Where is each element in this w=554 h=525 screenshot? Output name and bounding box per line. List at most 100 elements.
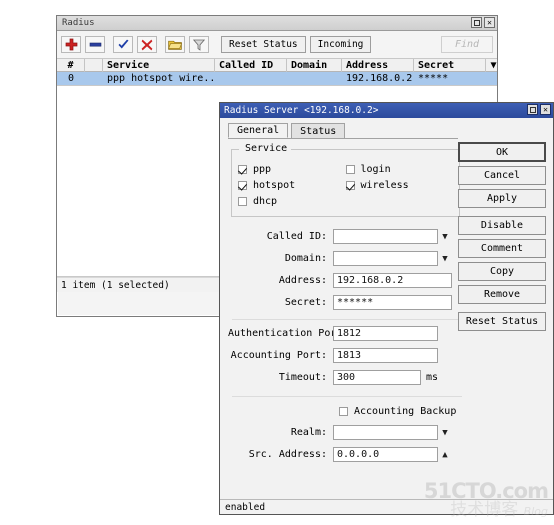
field-authentication-port: Authentication Port: 1812 [228, 324, 466, 343]
dialog-form: Service ppp hotspot dhcp login wireless … [220, 140, 466, 464]
dialog-body: General Status Service ppp hotspot dhcp … [220, 118, 553, 514]
dialog-title: Radius Server <192.168.0.2> [224, 105, 379, 116]
field-accounting-port: Accounting Port: 1813 [228, 346, 466, 365]
cancel-button[interactable]: Cancel [458, 166, 546, 185]
col-header-flag[interactable] [85, 58, 103, 72]
field-domain: Domain: ▼ [228, 249, 466, 268]
radius-window-title-buttons: ✕ [471, 17, 495, 28]
checkbox-wireless-label: wireless [360, 179, 409, 191]
field-address: Address: 192.168.0.2 [228, 271, 466, 290]
unit-timeout: ms [426, 372, 439, 383]
service-checkbox-grid: ppp hotspot dhcp login wireless [238, 161, 453, 209]
reset-status-button[interactable]: Reset Status [458, 312, 546, 331]
chevron-down-icon[interactable]: ▼ [438, 254, 452, 264]
maximize-icon[interactable] [527, 104, 538, 115]
col-header-address[interactable]: Address [342, 58, 414, 72]
input-address[interactable]: 192.168.0.2 [333, 273, 452, 288]
close-icon[interactable]: ✕ [484, 17, 495, 28]
col-header-menu-icon[interactable]: ▼ [486, 59, 497, 72]
input-authentication-port[interactable]: 1812 [333, 326, 438, 341]
find-input[interactable]: Find [441, 36, 493, 53]
checkbox-ppp[interactable]: ppp [238, 161, 346, 177]
input-domain[interactable] [333, 251, 438, 266]
label-domain: Domain: [284, 253, 327, 264]
enable-icon[interactable] [113, 36, 133, 53]
cell-domain [287, 72, 342, 85]
checkbox-login-box[interactable] [345, 164, 355, 174]
dialog-titlebar[interactable]: Radius Server <192.168.0.2> ✕ [220, 103, 553, 118]
checkbox-login[interactable]: login [345, 161, 454, 177]
input-secret[interactable]: ****** [333, 295, 452, 310]
checkbox-accounting-backup-label: Accounting Backup [354, 405, 457, 417]
field-realm: Realm: ▼ [228, 423, 466, 442]
cell-flag [85, 72, 103, 85]
disable-button[interactable]: Disable [458, 216, 546, 235]
incoming-button[interactable]: Incoming [309, 36, 372, 53]
input-timeout[interactable]: 300 [333, 370, 421, 385]
radius-window-titlebar[interactable]: Radius ✕ [57, 16, 497, 31]
input-called-id[interactable] [333, 229, 438, 244]
col-header-service[interactable]: Service [103, 58, 215, 72]
field-group-ports: Authentication Port: 1812 Accounting Por… [228, 324, 466, 387]
checkbox-hotspot[interactable]: hotspot [238, 177, 346, 193]
label-secret: Secret: [284, 297, 327, 308]
col-header-secret[interactable]: Secret [414, 58, 486, 72]
label-authentication-port: Authentication Port: [228, 328, 349, 339]
form-divider-2 [232, 396, 462, 397]
dialog-tabs: General Status [220, 118, 553, 139]
checkbox-dhcp-box[interactable] [238, 196, 247, 206]
table-header-row: # Service Called ID Domain Address Secre… [57, 58, 497, 72]
comment-button[interactable]: Comment [458, 239, 546, 258]
field-group-misc: Realm: ▼ Src. Address: 0.0.0.0 ▲ [228, 423, 466, 464]
input-realm[interactable] [333, 425, 438, 440]
disable-icon[interactable] [137, 36, 157, 53]
checkbox-wireless[interactable]: wireless [345, 177, 454, 193]
col-header-domain[interactable]: Domain [287, 58, 342, 72]
remove-icon[interactable] [85, 36, 105, 53]
service-fieldset: Service ppp hotspot dhcp login wireless [231, 143, 460, 217]
filter-icon[interactable] [189, 36, 209, 53]
table-row[interactable]: 0 ppp hotspot wire... 192.168.0.2 ***** [57, 72, 497, 85]
label-accounting-port: Accounting Port: [230, 350, 327, 361]
apply-button[interactable]: Apply [458, 189, 546, 208]
checkbox-hotspot-label: hotspot [253, 179, 296, 191]
chevron-up-icon[interactable]: ▲ [438, 450, 452, 460]
service-legend: Service [241, 143, 292, 154]
field-called-id: Called ID: ▼ [228, 227, 466, 246]
maximize-icon[interactable] [471, 17, 482, 28]
reset-status-button[interactable]: Reset Status [221, 36, 306, 53]
checkbox-ppp-label: ppp [253, 163, 272, 175]
cell-spacer [486, 72, 497, 85]
service-col-left: ppp hotspot dhcp [238, 161, 346, 209]
field-accounting-backup[interactable]: Accounting Backup [228, 402, 466, 420]
add-icon[interactable] [61, 36, 81, 53]
label-src-address: Src. Address: [248, 449, 327, 460]
input-accounting-port[interactable]: 1813 [333, 348, 438, 363]
col-header-num[interactable]: # [57, 58, 85, 72]
input-src-address[interactable]: 0.0.0.0 [333, 447, 438, 462]
dialog-statusbar: enabled [220, 499, 553, 514]
field-timeout: Timeout: 300 ms [228, 368, 466, 387]
close-icon[interactable]: ✕ [540, 104, 551, 115]
ok-button[interactable]: OK [458, 142, 546, 162]
checkbox-accounting-backup-box[interactable] [339, 406, 348, 416]
copy-button[interactable]: Copy [458, 262, 546, 281]
chevron-down-icon[interactable]: ▼ [438, 428, 452, 438]
tab-general[interactable]: General [228, 123, 289, 138]
checkbox-dhcp[interactable]: dhcp [238, 193, 346, 209]
checkbox-ppp-box[interactable] [238, 164, 247, 174]
radius-server-dialog: Radius Server <192.168.0.2> ✕ General St… [219, 102, 554, 515]
label-timeout: Timeout: [278, 372, 327, 383]
remove-button[interactable]: Remove [458, 285, 546, 304]
comment-icon[interactable] [165, 36, 185, 53]
tab-status[interactable]: Status [291, 123, 346, 138]
cell-secret: ***** [418, 73, 449, 84]
checkbox-login-label: login [360, 163, 391, 175]
chevron-down-icon[interactable]: ▼ [438, 232, 452, 242]
checkbox-wireless-box[interactable] [345, 180, 355, 190]
label-address: Address: [278, 275, 327, 286]
label-realm: Realm: [290, 427, 327, 438]
tab-underline [228, 138, 458, 139]
col-header-called-id[interactable]: Called ID [215, 58, 287, 72]
checkbox-hotspot-box[interactable] [238, 180, 247, 190]
